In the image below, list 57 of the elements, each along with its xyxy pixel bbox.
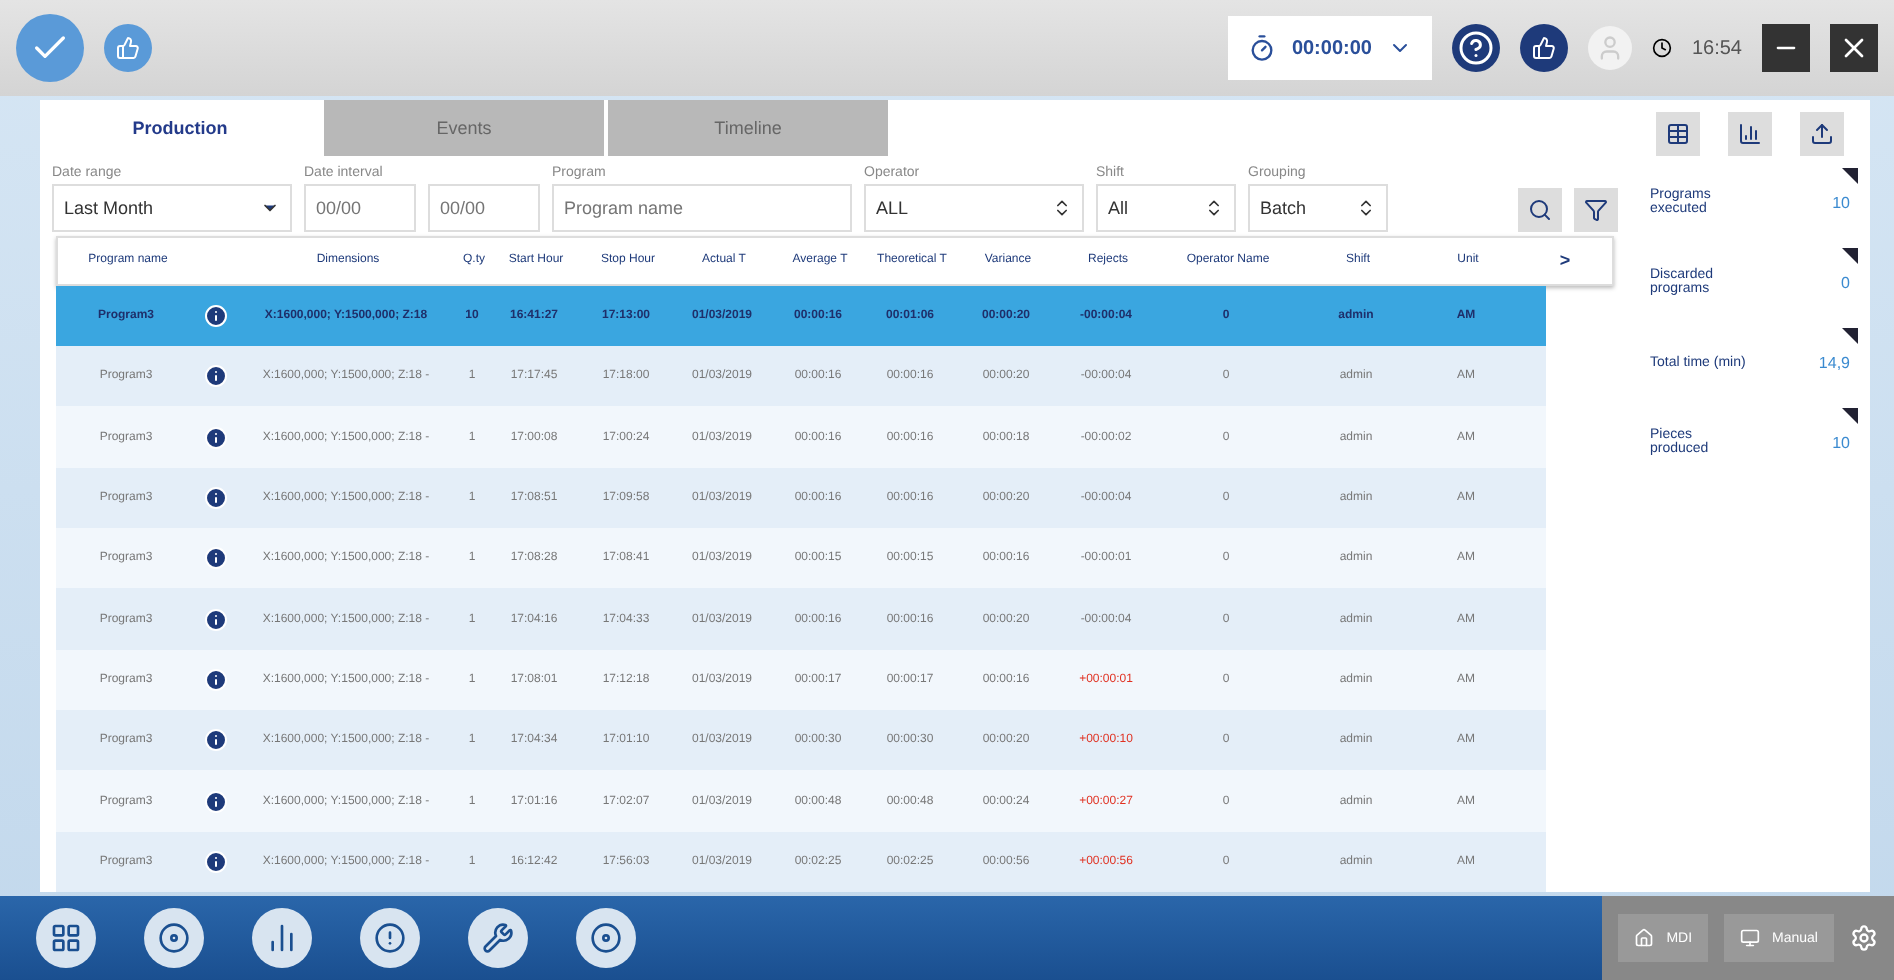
monitor-icon [1740,928,1761,948]
clock-time: 16:54 [1691,37,1742,59]
wrench-icon[interactable] [468,908,528,968]
corner-marker-icon [1842,168,1858,184]
search-icon [1528,198,1552,222]
info-icon[interactable] [204,485,228,510]
chart-view-button[interactable] [1728,112,1772,156]
info-icon[interactable] [204,667,228,692]
table-view-button[interactable] [1656,112,1700,156]
check-icon[interactable] [16,14,84,82]
up-down-icon [1356,198,1376,218]
timer-value: 00:00:00 [1291,37,1372,59]
table-icon [1666,122,1690,146]
info-icon[interactable] [204,546,228,571]
filter-icon [1584,198,1608,222]
close-button[interactable] [1830,24,1878,72]
up-down-icon [1204,198,1224,218]
filter-button[interactable] [1574,188,1618,232]
info-icon[interactable] [204,789,228,814]
bar-chart-icon [1738,122,1762,146]
upload-button[interactable] [1800,112,1844,156]
thumbs-up-icon[interactable] [1519,24,1568,72]
info-icon[interactable] [204,849,228,874]
info-icon[interactable] [204,607,228,632]
info-icon[interactable] [204,364,228,389]
grid-icon[interactable] [36,908,96,968]
date-field[interactable]: 00/00 [304,184,416,232]
stat-value: 10 [1832,433,1850,451]
spinner-field[interactable]: All [1096,184,1236,232]
help-icon[interactable] [1451,24,1500,72]
scroll-right-button[interactable]: > [1518,250,1612,271]
corner-marker-icon [1842,248,1858,264]
info-icon[interactable] [204,728,228,753]
clock-icon [1651,38,1672,58]
corner-marker-icon [1842,328,1858,344]
search-button[interactable] [1518,188,1562,232]
date-field[interactable]: 00/00 [428,184,540,232]
info-icon[interactable] [204,425,228,450]
stat-value: 10 [1832,193,1850,211]
stat-value: 0 [1841,273,1850,291]
home-icon [1634,928,1655,948]
spinner-field[interactable]: Batch [1248,184,1388,232]
program-field[interactable]: Program name [552,184,852,232]
date-range-dropdown[interactable]: Last Month [52,184,292,232]
bar-chart-icon[interactable] [252,908,312,968]
disc-icon[interactable] [576,908,636,968]
up-down-icon [1052,198,1072,218]
alert-icon[interactable] [360,908,420,968]
info-icon[interactable] [204,303,228,328]
settings-icon[interactable] [1850,924,1878,952]
stat-value: 14,9 [1818,353,1850,371]
timer-dropdown[interactable]: 00:00:00 [1227,16,1432,80]
corner-marker-icon [1842,408,1858,424]
upload-icon [1810,122,1834,146]
stopwatch-icon [1247,34,1276,62]
thumbs-up-icon[interactable] [104,24,152,72]
spinner-field[interactable]: ALL [864,184,1084,232]
